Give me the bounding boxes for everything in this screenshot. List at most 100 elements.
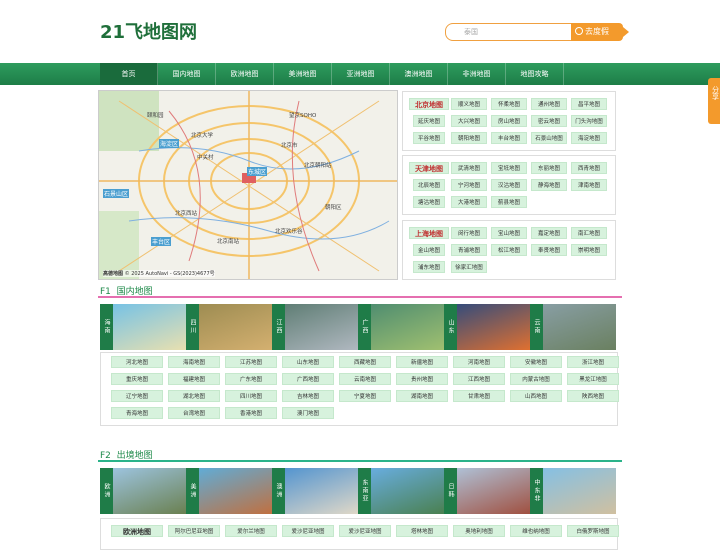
country-map-link[interactable]: 奥地利地图 (453, 525, 505, 537)
f2-photo-card[interactable]: 澳洲 (272, 468, 358, 514)
f1-photo-card[interactable]: 广西 (358, 304, 444, 350)
province-map-link[interactable]: 广东地图 (225, 373, 277, 385)
region-map-link[interactable]: 朝阳地图 (451, 132, 487, 144)
region-title[interactable]: 北京地图 (409, 98, 449, 110)
region-map-link[interactable]: 宝山地图 (491, 227, 527, 239)
region-map-link[interactable]: 北辰地图 (413, 179, 445, 191)
province-map-link[interactable]: 湖南地图 (396, 390, 448, 402)
region-map-link[interactable]: 奉贤地图 (531, 244, 567, 256)
region-map-link[interactable]: 武清地图 (451, 162, 487, 174)
province-map-link[interactable]: 江苏地图 (225, 356, 277, 368)
region-map-link[interactable]: 怀柔地图 (491, 98, 527, 110)
province-map-link[interactable]: 河北地图 (111, 356, 163, 368)
country-map-link[interactable]: 维也纳地图 (510, 525, 562, 537)
province-map-link[interactable]: 澳门地图 (282, 407, 334, 419)
f1-photo-card[interactable]: 江西 (272, 304, 358, 350)
nav-item[interactable]: 地图攻略 (506, 63, 564, 85)
f2-photo-card[interactable]: 东南亚 (358, 468, 444, 514)
province-map-link[interactable]: 安徽地图 (510, 356, 562, 368)
region-map-link[interactable]: 静海地图 (531, 179, 567, 191)
region-map-link[interactable]: 房山地图 (491, 115, 527, 127)
nav-item[interactable]: 亚洲地图 (332, 63, 390, 85)
province-map-link[interactable]: 海南地图 (168, 356, 220, 368)
province-map-link[interactable]: 吉林地图 (282, 390, 334, 402)
province-map-link[interactable]: 辽宁地图 (111, 390, 163, 402)
region-title[interactable]: 上海地图 (409, 227, 449, 239)
country-map-link[interactable]: 爱沙尼亚地图 (282, 525, 334, 537)
region-map-link[interactable]: 浦东地图 (413, 261, 445, 273)
f2-photo-card[interactable]: 中东非 (530, 468, 616, 514)
region-map-link[interactable]: 大港地图 (451, 196, 487, 208)
f1-photo-card[interactable]: 山东 (444, 304, 530, 350)
region-map-link[interactable]: 延庆地图 (413, 115, 445, 127)
region-map-link[interactable]: 西青地图 (571, 162, 607, 174)
search-button[interactable]: 去度假 (571, 23, 623, 41)
f1-photo-card[interactable]: 海南 (100, 304, 186, 350)
province-map-link[interactable]: 香港地图 (225, 407, 277, 419)
europe-title[interactable]: 欧洲地图 (111, 525, 163, 537)
region-map-link[interactable]: 东丽地图 (531, 162, 567, 174)
region-map-link[interactable]: 闵行地图 (451, 227, 487, 239)
province-map-link[interactable]: 河南地图 (453, 356, 505, 368)
region-map-link[interactable]: 通州地图 (531, 98, 567, 110)
province-map-link[interactable]: 青海地图 (111, 407, 163, 419)
province-map-link[interactable]: 内蒙古地图 (510, 373, 562, 385)
region-map-link[interactable]: 徐家汇地图 (451, 261, 487, 273)
region-map-link[interactable]: 松江地图 (491, 244, 527, 256)
region-map-link[interactable]: 大兴地图 (451, 115, 487, 127)
province-map-link[interactable]: 黑龙江地图 (567, 373, 619, 385)
region-map-link[interactable]: 昌平地图 (571, 98, 607, 110)
region-map-link[interactable]: 门头沟地图 (571, 115, 607, 127)
region-map-link[interactable]: 海淀地图 (571, 132, 607, 144)
region-title[interactable]: 天津地图 (409, 162, 449, 174)
region-map-link[interactable]: 密云地图 (531, 115, 567, 127)
country-map-link[interactable]: 爱尔兰地图 (225, 525, 277, 537)
region-map-link[interactable]: 石景山地图 (531, 132, 567, 144)
province-map-link[interactable]: 四川地图 (225, 390, 277, 402)
country-map-link[interactable]: 塔林地图 (396, 525, 448, 537)
province-map-link[interactable]: 浙江地图 (567, 356, 619, 368)
nav-item[interactable]: 非洲地图 (448, 63, 506, 85)
share-button[interactable]: 分享 (708, 78, 720, 124)
nav-item[interactable]: 国内地图 (158, 63, 216, 85)
search-input[interactable]: 泰国 (445, 23, 573, 41)
f1-photo-card[interactable]: 云南 (530, 304, 616, 350)
beijing-map[interactable]: 海淀区 石景山区 丰台区 东城区 颐和园 望京SOHO 北京朝阳站 北京西站 北… (98, 90, 398, 280)
region-map-link[interactable]: 金山地图 (413, 244, 445, 256)
region-map-link[interactable]: 蓟县地图 (491, 196, 527, 208)
nav-item[interactable]: 欧洲地图 (216, 63, 274, 85)
province-map-link[interactable]: 宁夏地图 (339, 390, 391, 402)
region-map-link[interactable]: 嘉定地图 (531, 227, 567, 239)
province-map-link[interactable]: 台湾地图 (168, 407, 220, 419)
province-map-link[interactable]: 重庆地图 (111, 373, 163, 385)
region-map-link[interactable]: 平谷地图 (413, 132, 445, 144)
province-map-link[interactable]: 新疆地图 (396, 356, 448, 368)
province-map-link[interactable]: 西藏地图 (339, 356, 391, 368)
nav-item[interactable]: 首页 (100, 63, 158, 85)
f1-photo-card[interactable]: 四川 (186, 304, 272, 350)
region-map-link[interactable]: 顺义地图 (451, 98, 487, 110)
country-map-link[interactable]: 阿尔巴尼亚地图 (168, 525, 220, 537)
province-map-link[interactable]: 山西地图 (510, 390, 562, 402)
province-map-link[interactable]: 贵州地图 (396, 373, 448, 385)
nav-item[interactable]: 澳洲地图 (390, 63, 448, 85)
site-logo[interactable]: 21飞地图网 (100, 18, 197, 44)
province-map-link[interactable]: 江西地图 (453, 373, 505, 385)
f2-photo-card[interactable]: 欧洲 (100, 468, 186, 514)
country-map-link[interactable]: 爱沙尼亚地图 (339, 525, 391, 537)
region-map-link[interactable]: 丰台地图 (491, 132, 527, 144)
province-map-link[interactable]: 福建地图 (168, 373, 220, 385)
province-map-link[interactable]: 湖北地图 (168, 390, 220, 402)
region-map-link[interactable]: 塘沽地图 (413, 196, 445, 208)
region-map-link[interactable]: 宝坻地图 (491, 162, 527, 174)
region-map-link[interactable]: 青浦地图 (451, 244, 487, 256)
province-map-link[interactable]: 甘肃地图 (453, 390, 505, 402)
f2-photo-card[interactable]: 日韩 (444, 468, 530, 514)
region-map-link[interactable]: 津南地图 (571, 179, 607, 191)
f2-photo-card[interactable]: 美洲 (186, 468, 272, 514)
region-map-link[interactable]: 南汇地图 (571, 227, 607, 239)
province-map-link[interactable]: 山东地图 (282, 356, 334, 368)
nav-item[interactable]: 美洲地图 (274, 63, 332, 85)
province-map-link[interactable]: 广西地图 (282, 373, 334, 385)
province-map-link[interactable]: 陕西地图 (567, 390, 619, 402)
